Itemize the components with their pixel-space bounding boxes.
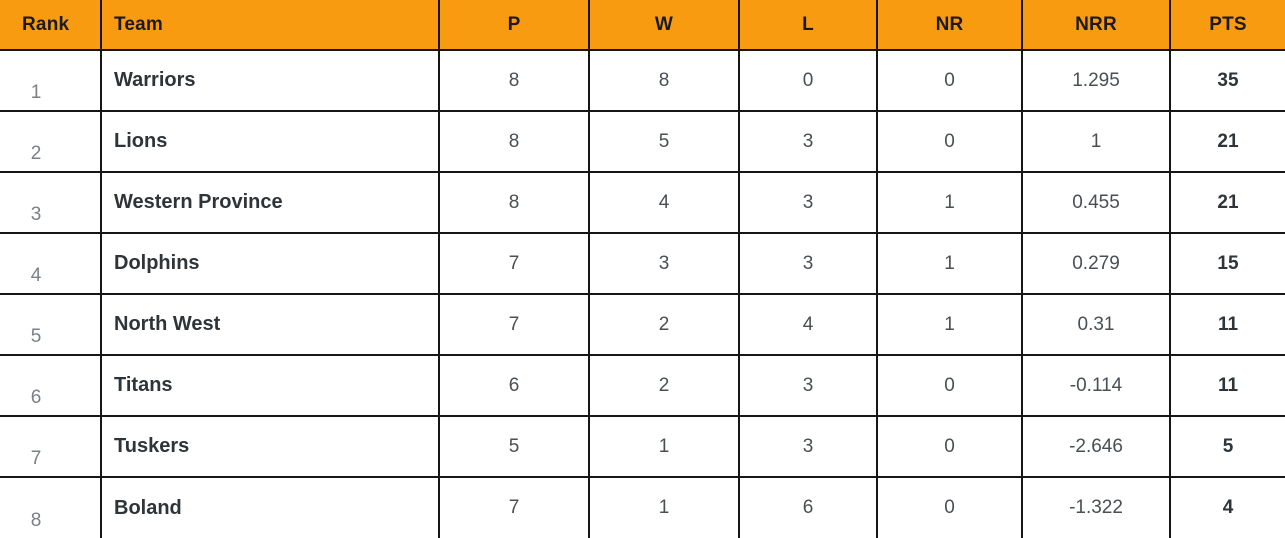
lost-cell: 3 (739, 416, 878, 478)
rank-cell: 5 (0, 294, 102, 356)
team-name-cell: Warriors (101, 50, 440, 112)
table-row[interactable]: 7 Tuskers 5 1 3 0 -2.646 5 (0, 416, 1285, 478)
table-header: Rank Team P W L NR NRR PTS (0, 0, 1285, 51)
points-cell: 15 (1170, 233, 1285, 295)
table-row[interactable]: 5 North West 7 2 4 1 0.31 11 (0, 294, 1285, 356)
rank-cell: 4 (0, 233, 102, 295)
won-cell: 3 (589, 233, 740, 295)
no-result-cell: 0 (877, 50, 1023, 112)
points-value: 21 (1217, 130, 1239, 152)
played-cell: 8 (439, 111, 590, 173)
table-row[interactable]: 1 Warriors 8 8 0 0 1.295 35 (0, 50, 1285, 112)
standings-table: Rank Team P W L NR NRR PTS 1 Warriors 8 8 0 0… (0, 0, 1285, 538)
table-row[interactable]: 3 Western Province 8 4 3 1 0.455 21 (0, 172, 1285, 234)
won-cell: 1 (589, 416, 740, 478)
net-run-rate-cell: 1 (1022, 111, 1171, 173)
no-result-cell: 0 (877, 355, 1023, 417)
net-run-rate-cell: 0.279 (1022, 233, 1171, 295)
rank-cell: 7 (0, 416, 102, 478)
net-run-rate-cell: 0.455 (1022, 172, 1171, 234)
played-cell: 8 (439, 50, 590, 112)
column-header-w[interactable]: W (589, 0, 740, 51)
column-header-pts[interactable]: PTS (1170, 0, 1285, 51)
points-cell: 11 (1170, 355, 1285, 417)
lost-cell: 0 (739, 50, 878, 112)
net-run-rate-cell: 1.295 (1022, 50, 1171, 112)
lost-cell: 6 (739, 477, 878, 538)
table-body: 1 Warriors 8 8 0 0 1.295 35 2 Lions 8 5 3 0 1 21 3 Wester… (0, 50, 1285, 538)
lost-cell: 3 (739, 355, 878, 417)
net-run-rate-cell: 0.31 (1022, 294, 1171, 356)
no-result-cell: 0 (877, 111, 1023, 173)
played-cell: 5 (439, 416, 590, 478)
played-cell: 7 (439, 294, 590, 356)
table-row[interactable]: 6 Titans 6 2 3 0 -0.114 11 (0, 355, 1285, 417)
points-value: 5 (1222, 435, 1234, 457)
won-cell: 8 (589, 50, 740, 112)
rank-cell: 2 (0, 111, 102, 173)
team-name-cell: Western Province (101, 172, 440, 234)
team-name-cell: Dolphins (101, 233, 440, 295)
table-row[interactable]: 4 Dolphins 7 3 3 1 0.279 15 (0, 233, 1285, 295)
lost-cell: 4 (739, 294, 878, 356)
played-cell: 8 (439, 172, 590, 234)
points-cell: 5 (1170, 416, 1285, 478)
no-result-cell: 0 (877, 416, 1023, 478)
lost-cell: 3 (739, 172, 878, 234)
points-value: 4 (1222, 497, 1234, 518)
net-run-rate-cell: -2.646 (1022, 416, 1171, 478)
team-name-cell: Lions (101, 111, 440, 173)
points-value: 35 (1217, 69, 1239, 91)
played-cell: 7 (439, 477, 590, 538)
team-name-cell: Boland (101, 477, 440, 538)
points-value: 15 (1217, 252, 1239, 274)
won-cell: 2 (589, 294, 740, 356)
no-result-cell: 1 (877, 233, 1023, 295)
no-result-cell: 0 (877, 477, 1023, 538)
no-result-cell: 1 (877, 294, 1023, 356)
points-cell: 21 (1170, 111, 1285, 173)
team-name-cell: Titans (101, 355, 440, 417)
won-cell: 1 (589, 477, 740, 538)
table-row[interactable]: 2 Lions 8 5 3 0 1 21 (0, 111, 1285, 173)
column-header-team[interactable]: Team (101, 0, 440, 51)
played-cell: 7 (439, 233, 590, 295)
net-run-rate-cell: -0.114 (1022, 355, 1171, 417)
lost-cell: 3 (739, 233, 878, 295)
table-row[interactable]: 8 Boland 7 1 6 0 -1.322 4 (0, 477, 1285, 538)
points-cell: 11 (1170, 294, 1285, 356)
lost-cell: 3 (739, 111, 878, 173)
header-row: Rank Team P W L NR NRR PTS (0, 0, 1285, 51)
won-cell: 4 (589, 172, 740, 234)
column-header-nrr[interactable]: NRR (1022, 0, 1171, 51)
points-value: 11 (1217, 374, 1239, 396)
rank-cell: 8 (0, 477, 102, 538)
points-cell: 21 (1170, 172, 1285, 234)
rank-cell: 1 (0, 50, 102, 112)
points-value: 11 (1217, 313, 1239, 335)
column-header-nr[interactable]: NR (877, 0, 1023, 51)
net-run-rate-cell: -1.322 (1022, 477, 1171, 538)
won-cell: 5 (589, 111, 740, 173)
no-result-cell: 1 (877, 172, 1023, 234)
team-name-cell: North West (101, 294, 440, 356)
column-header-l[interactable]: L (739, 0, 878, 51)
points-cell: 35 (1170, 50, 1285, 112)
rank-cell: 6 (0, 355, 102, 417)
rank-cell: 3 (0, 172, 102, 234)
won-cell: 2 (589, 355, 740, 417)
column-header-rank[interactable]: Rank (0, 0, 102, 51)
played-cell: 6 (439, 355, 590, 417)
points-cell: 4 (1170, 477, 1285, 538)
team-name-cell: Tuskers (101, 416, 440, 478)
points-value: 21 (1217, 191, 1239, 213)
column-header-p[interactable]: P (439, 0, 590, 51)
